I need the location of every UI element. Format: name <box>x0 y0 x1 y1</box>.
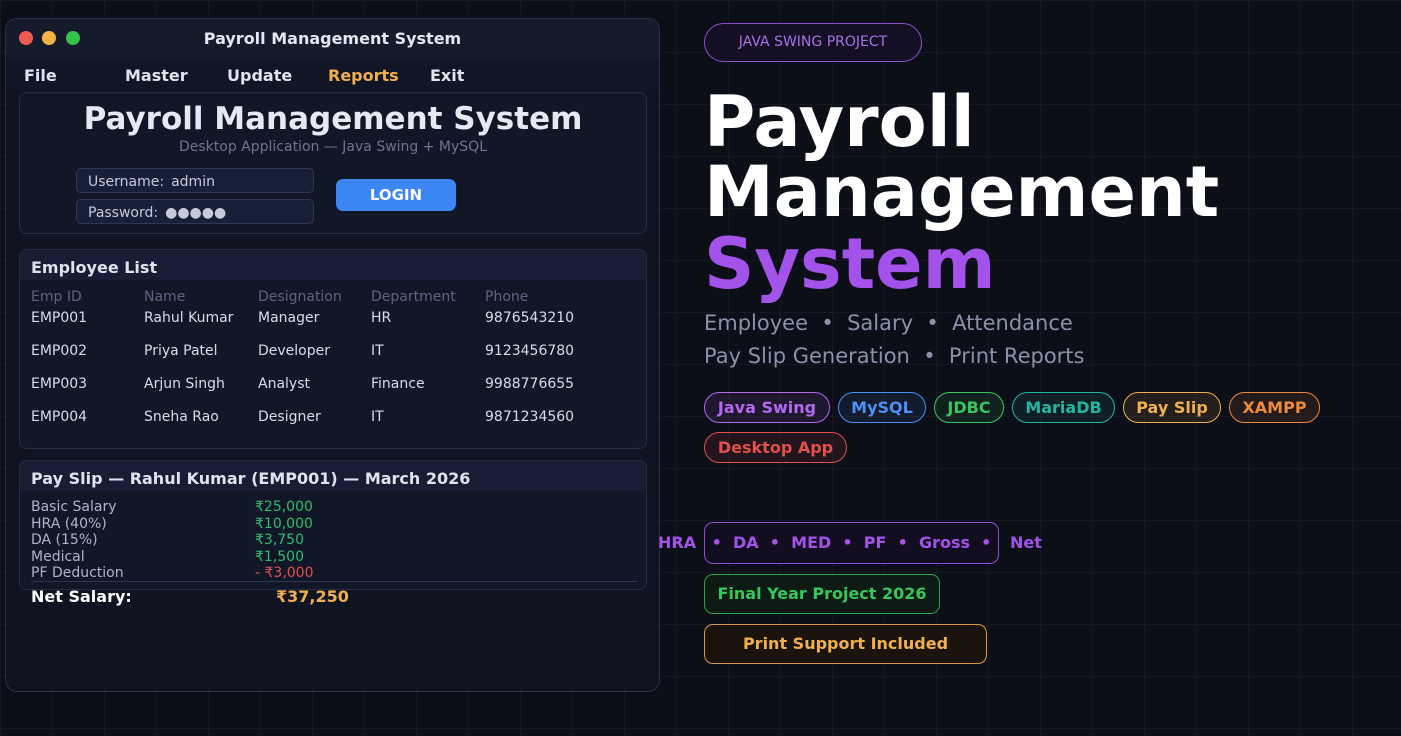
print-support-badge: Print Support Included <box>704 624 987 664</box>
payslip-item-label: Medical <box>31 549 85 565</box>
cell-department: IT <box>371 343 384 359</box>
cell-name: Arjun Singh <box>144 376 225 392</box>
payslip-item-value: ₹3,750 <box>255 532 304 548</box>
hero-title-line-1: Payroll <box>704 81 975 163</box>
payslip-item-value: - ₹3,000 <box>255 565 314 581</box>
project-badge: JAVA SWING PROJECT <box>704 23 922 62</box>
payslip-item-label: Basic Salary <box>31 499 117 515</box>
tag-mariadb: MariaDB <box>1012 392 1115 423</box>
menu-bar: File Master Update Reports Exit <box>6 59 659 89</box>
cell-emp-id: EMP002 <box>31 343 88 359</box>
payslip-item-label: PF Deduction <box>31 565 124 581</box>
column-header-emp-id: Emp ID <box>31 289 82 305</box>
title-bar: Payroll Management System <box>6 19 659 59</box>
cell-name: Rahul Kumar <box>144 310 234 326</box>
payslip-item-value: ₹10,000 <box>255 516 313 532</box>
tag-jdbc: JDBC <box>934 392 1004 423</box>
cell-phone: 9871234560 <box>485 409 575 425</box>
cell-department: Finance <box>371 376 425 392</box>
login-button[interactable]: LOGIN <box>336 179 456 211</box>
formula-hra-label: HRA <box>658 533 697 552</box>
cell-phone: 9988776655 <box>485 376 575 392</box>
menu-exit[interactable]: Exit <box>430 66 464 85</box>
column-header-phone: Phone <box>485 289 529 305</box>
employee-list-panel: Employee List Emp ID Name Designation De… <box>19 249 647 449</box>
cell-name: Sneha Rao <box>144 409 219 425</box>
login-subtitle: Desktop Application — Java Swing + MySQL <box>178 139 488 155</box>
menu-master[interactable]: Master <box>125 66 188 85</box>
password-label: Password: <box>88 205 159 221</box>
tag-desktop-app: Desktop App <box>704 432 847 463</box>
cell-name: Priya Patel <box>144 343 218 359</box>
hero-title-line-3: System <box>704 223 996 305</box>
cell-phone: 9876543210 <box>485 310 575 326</box>
cell-designation: Manager <box>258 310 320 326</box>
login-title: Payroll Management System <box>83 101 583 137</box>
hero-title-line-2: Management <box>704 151 1220 233</box>
password-value: ●●●●● <box>165 205 227 221</box>
tag-pay-slip: Pay Slip <box>1123 392 1221 423</box>
payslip-item-label: HRA (40%) <box>31 516 107 532</box>
window-title: Payroll Management System <box>203 29 462 48</box>
username-label: Username: <box>88 174 165 190</box>
cell-emp-id: EMP001 <box>31 310 88 326</box>
cell-designation: Developer <box>258 343 331 359</box>
payslip-item-value: ₹1,500 <box>255 549 304 565</box>
login-panel: Payroll Management System Desktop Applic… <box>19 92 647 234</box>
payslip-item-label: DA (15%) <box>31 532 98 548</box>
column-header-designation: Designation <box>258 289 342 305</box>
username-field[interactable]: Username: admin <box>76 168 314 193</box>
final-year-project-badge: Final Year Project 2026 <box>704 574 940 614</box>
tag-java-swing: Java Swing <box>704 392 830 423</box>
features-line-2: Pay Slip Generation • Print Reports <box>704 344 1085 368</box>
tag-xampp: XAMPP <box>1229 392 1320 423</box>
username-value: admin <box>171 174 215 190</box>
menu-file[interactable]: File <box>24 66 57 85</box>
cell-emp-id: EMP004 <box>31 409 88 425</box>
cell-department: HR <box>371 310 392 326</box>
net-salary-label: Net Salary: <box>31 587 132 606</box>
employee-list-header: Employee List <box>20 250 646 280</box>
menu-update[interactable]: Update <box>227 66 292 85</box>
net-salary-value: ₹37,250 <box>276 587 349 606</box>
features-line-1: Employee • Salary • Attendance <box>704 311 1073 335</box>
menu-reports[interactable]: Reports <box>328 66 399 85</box>
cell-designation: Analyst <box>258 376 310 392</box>
password-field[interactable]: Password: ●●●●● <box>76 199 314 224</box>
column-header-department: Department <box>371 289 456 305</box>
formula-net-label: Net <box>1010 533 1042 552</box>
cell-emp-id: EMP003 <box>31 376 88 392</box>
cell-department: IT <box>371 409 384 425</box>
app-window: Payroll Management System File Master Up… <box>5 18 660 692</box>
payslip-panel: Pay Slip — Rahul Kumar (EMP001) — March … <box>19 460 647 590</box>
payslip-divider <box>31 581 637 582</box>
salary-formula-box: • DA • MED • PF • Gross • <box>704 522 999 564</box>
payslip-item-value: ₹25,000 <box>255 499 313 515</box>
cell-designation: Designer <box>258 409 321 425</box>
payslip-header: Pay Slip — Rahul Kumar (EMP001) — March … <box>20 461 646 491</box>
cell-phone: 9123456780 <box>485 343 575 359</box>
tag-mysql: MySQL <box>838 392 926 423</box>
column-header-name: Name <box>144 289 186 305</box>
